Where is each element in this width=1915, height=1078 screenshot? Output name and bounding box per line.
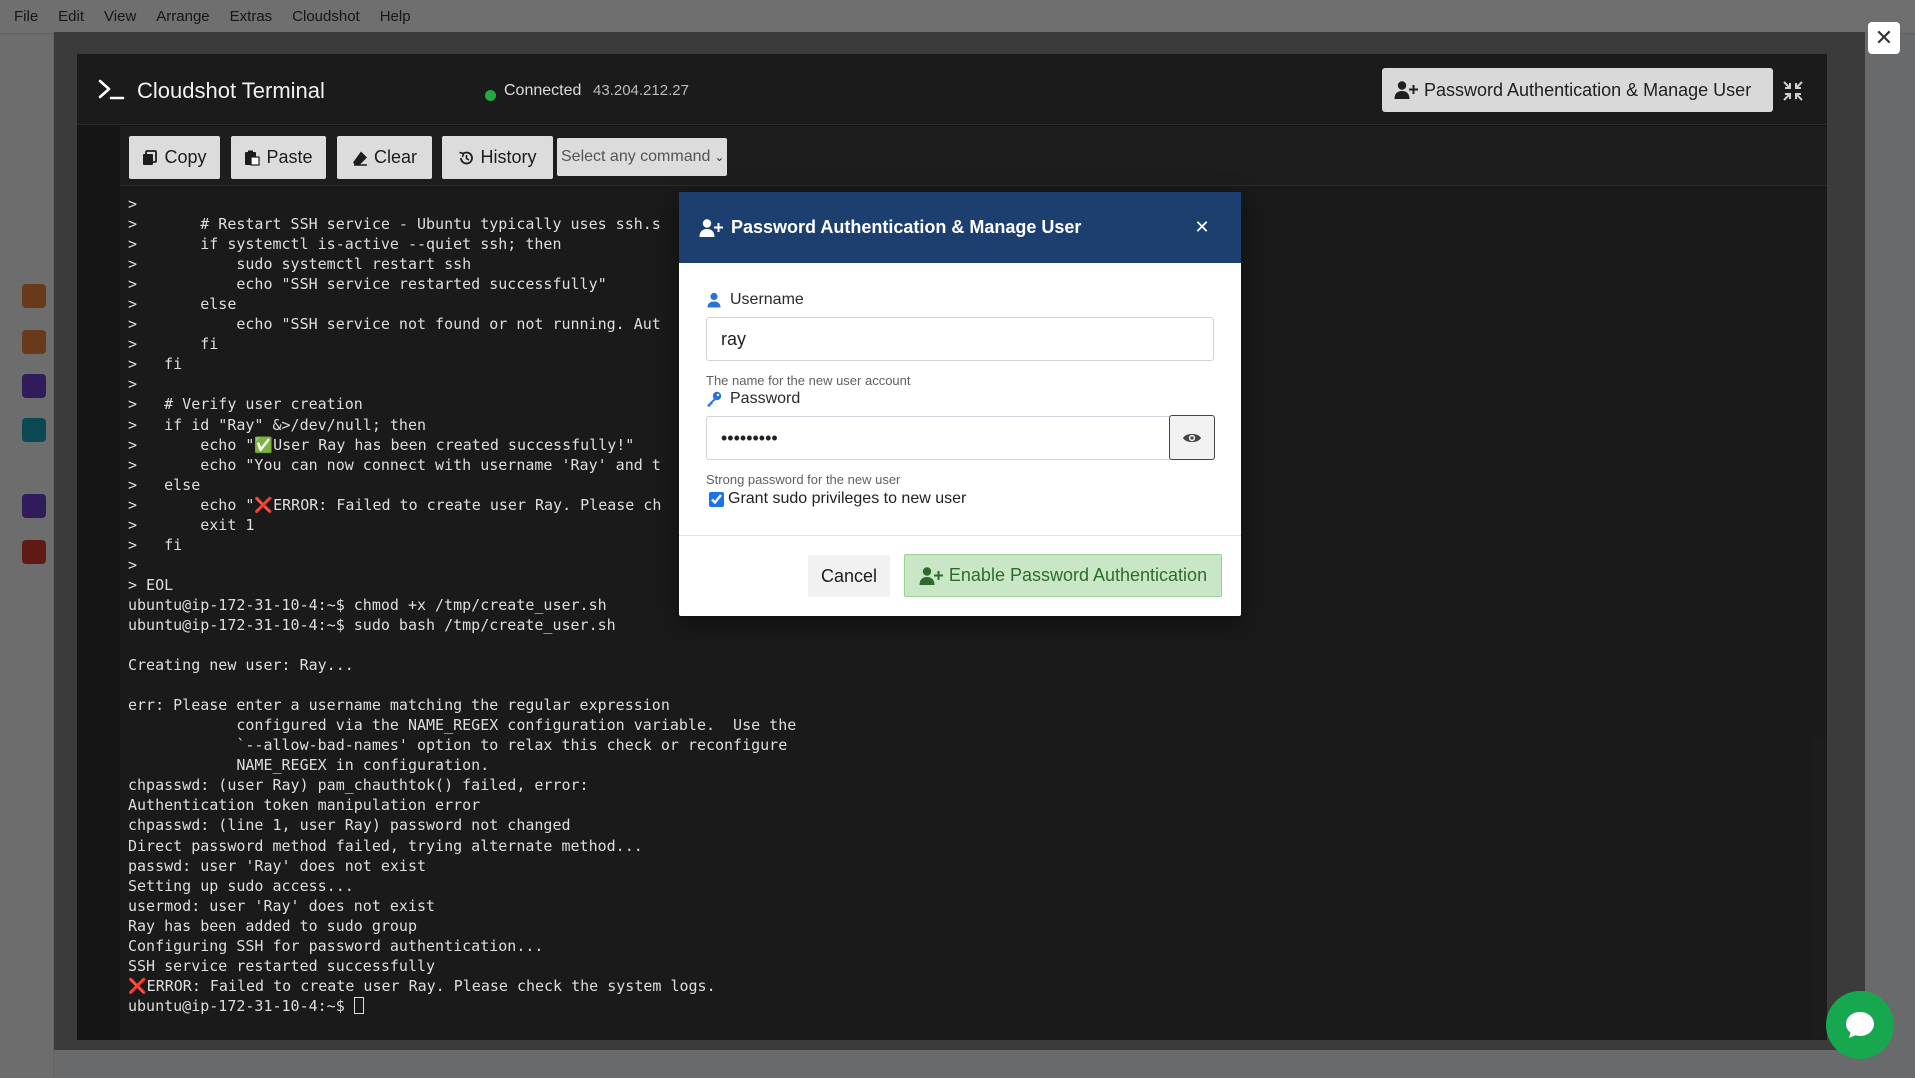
password-input[interactable] [706, 416, 1171, 460]
enable-password-auth-label: Enable Password Authentication [948, 565, 1208, 585]
copy-label: Copy [164, 147, 207, 167]
terminal-line: usermod: user 'Ray' does not exist [128, 896, 436, 915]
password-auth-manage-user-button[interactable]: Password Authentication & Manage User [1382, 68, 1773, 112]
username-input[interactable] [706, 317, 1214, 361]
history-button[interactable]: History [442, 136, 553, 179]
sudo-privileges-row[interactable]: Grant sudo privileges to new user [709, 490, 966, 508]
connection-status-text: Connected [504, 82, 582, 99]
modal-close-button[interactable]: ✕ [1189, 214, 1215, 240]
terminal-line: Creating new user: Ray... [128, 656, 354, 675]
modal-title: Password Authentication & Manage User [731, 217, 1082, 237]
clear-button[interactable]: Clear [337, 136, 432, 179]
user-plus-icon [1394, 81, 1418, 99]
clear-label: Clear [373, 147, 417, 167]
terminal-prompt-icon [98, 79, 125, 100]
password-auth-modal: Password Authentication & Manage User ✕ … [679, 192, 1241, 616]
terminal-line: Configuring SSH for password authenticat… [128, 936, 544, 955]
terminal-line: chpasswd: (line 1, user Ray) password no… [128, 816, 571, 835]
user-plus-icon [699, 218, 723, 237]
terminal-line: Authentication token manipulation error [128, 796, 481, 815]
cancel-button[interactable]: Cancel [808, 555, 890, 597]
connection-ip: 43.204.212.27 [593, 82, 689, 99]
terminal-line: chpasswd: (user Ray) pam_chauthtok() fai… [128, 776, 589, 795]
user-plus-icon [919, 566, 943, 585]
paste-label: Paste [266, 147, 313, 167]
terminal-title: Cloudshot Terminal [137, 78, 325, 103]
terminal-line: passwd: user 'Ray' does not exist [128, 856, 427, 875]
chevron-down-icon: ⌄ [714, 150, 725, 164]
terminal-header: Cloudshot Terminal Connected 43.204.212.… [77, 54, 1827, 125]
password-auth-manage-user-label: Password Authentication & Manage User [1424, 79, 1752, 100]
chat-support-button[interactable] [1826, 991, 1894, 1059]
close-overlay-button[interactable]: ✕ [1868, 22, 1900, 54]
history-label: History [480, 147, 537, 167]
user-icon [707, 292, 721, 308]
cancel-label: Cancel [820, 565, 878, 586]
terminal-line: `--allow-bad-names' option to relax this… [128, 736, 788, 755]
password-label-text: Password [730, 390, 801, 407]
sudo-privileges-label: Grant sudo privileges to new user [728, 490, 967, 507]
command-select-value: Select any command [561, 148, 711, 165]
username-help-text: The name for the new user account [706, 373, 911, 388]
terminal-line: SSH service restarted successfully [128, 956, 436, 975]
eye-icon [1183, 433, 1201, 442]
connection-status-dot [485, 90, 496, 101]
chat-icon [1846, 1012, 1874, 1038]
terminal-scrollbar[interactable] [1813, 738, 1827, 1038]
modal-header: Password Authentication & Manage User ✕ [679, 192, 1241, 263]
key-icon [707, 391, 722, 407]
terminal-line: configured via the NAME_REGEX configurat… [128, 716, 797, 735]
sudo-privileges-checkbox[interactable] [709, 491, 724, 507]
collapse-fullscreen-icon[interactable] [1782, 80, 1804, 102]
terminal-line: ❌ERROR: Failed to create user Ray. Pleas… [128, 976, 716, 995]
terminal-line: NAME_REGEX in configuration. [128, 756, 490, 775]
username-label-text: Username [730, 291, 804, 308]
terminal-line: err: Please enter a username matching th… [128, 696, 670, 715]
toggle-password-visibility-button[interactable] [1169, 415, 1215, 460]
paste-icon [245, 150, 261, 166]
password-help-text: Strong password for the new user [706, 472, 901, 487]
copy-button[interactable]: Copy [129, 136, 220, 179]
command-select[interactable]: Select any command ⌄ [557, 138, 727, 176]
terminal-line: ubuntu@ip-172-31-10-4:~$ [128, 996, 1818, 1016]
copy-icon [143, 149, 158, 165]
terminal-line: Setting up sudo access... [128, 876, 354, 895]
eraser-icon [352, 151, 367, 166]
terminal-line: ubuntu@ip-172-31-10-4:~$ sudo bash /tmp/… [128, 615, 616, 634]
enable-password-auth-button[interactable]: Enable Password Authentication [904, 554, 1222, 597]
terminal-line: Ray has been added to sudo group [128, 916, 417, 935]
terminal-cursor [353, 996, 364, 1014]
terminal-toolbar: Copy Paste Clear History Select any comm… [120, 126, 1827, 186]
username-label: Username [706, 291, 804, 309]
terminal-line: Direct password method failed, trying al… [128, 836, 643, 855]
password-label: Password [706, 390, 800, 408]
paste-button[interactable]: Paste [231, 136, 326, 179]
modal-footer-divider [679, 535, 1241, 536]
history-icon [459, 151, 474, 164]
